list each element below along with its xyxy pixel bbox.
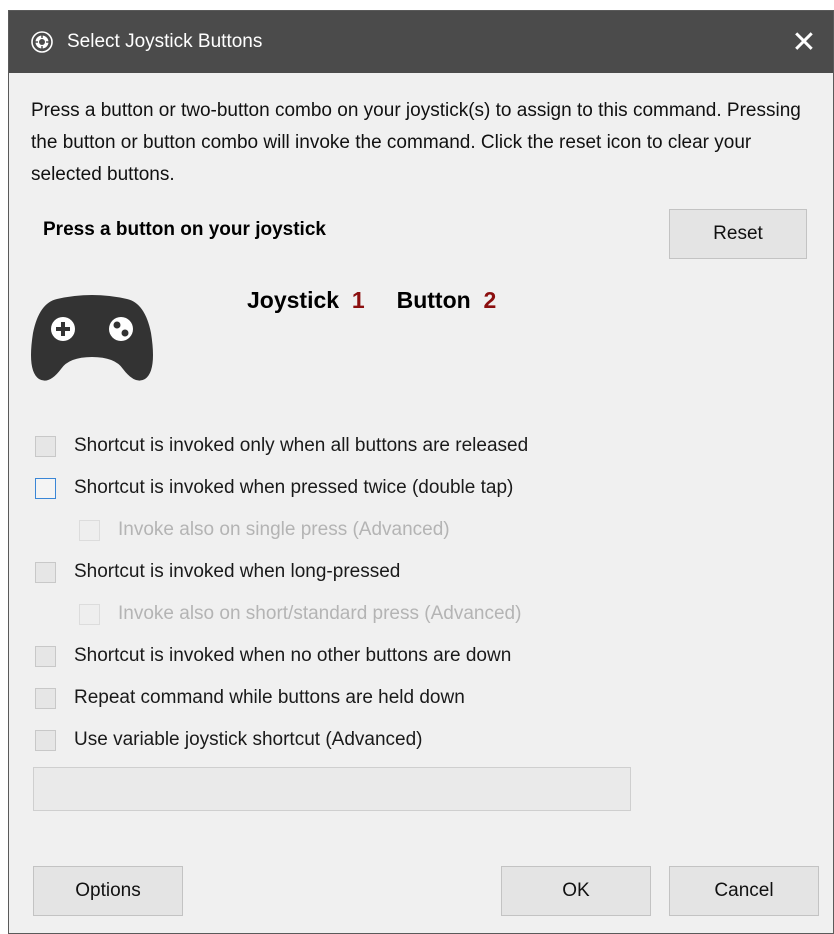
option-single-press: Invoke also on single press (Advanced) xyxy=(79,519,450,541)
option-label: Invoke also on short/standard press (Adv… xyxy=(118,603,522,624)
option-long-press[interactable]: Shortcut is invoked when long-pressed xyxy=(35,561,400,583)
cancel-button[interactable]: Cancel xyxy=(669,866,819,916)
dialog-window: Select Joystick Buttons ✕ Press a button… xyxy=(8,10,834,934)
reset-button[interactable]: Reset xyxy=(669,209,807,259)
close-icon: ✕ xyxy=(791,25,817,59)
prompt-label: Press a button on your joystick xyxy=(43,219,326,240)
checkbox-variable-shortcut[interactable] xyxy=(35,729,56,751)
option-label: Invoke also on single press (Advanced) xyxy=(118,519,450,540)
option-label: Shortcut is invoked when long-pressed xyxy=(74,561,401,582)
option-no-other-buttons[interactable]: Shortcut is invoked when no other button… xyxy=(35,645,511,667)
window-title: Select Joystick Buttons xyxy=(67,31,263,52)
option-label: Shortcut is invoked when pressed twice (… xyxy=(74,477,514,498)
option-double-tap[interactable]: Shortcut is invoked when pressed twice (… xyxy=(35,477,513,499)
checkbox-no-other-buttons[interactable] xyxy=(35,645,56,667)
checkbox-short-press xyxy=(79,603,100,625)
ok-button[interactable]: OK xyxy=(501,866,651,916)
description-text: Press a button or two-button combo on yo… xyxy=(31,100,801,185)
button-number: 2 xyxy=(483,287,497,313)
option-variable-shortcut[interactable]: Use variable joystick shortcut (Advanced… xyxy=(35,729,422,751)
app-gear-icon xyxy=(31,31,53,53)
checkbox-single-press xyxy=(79,519,100,541)
option-short-press: Invoke also on short/standard press (Adv… xyxy=(79,603,521,625)
joystick-readout: Joystick 1 Button 2 xyxy=(247,287,496,314)
checkbox-long-press[interactable] xyxy=(35,561,56,583)
option-label: Repeat command while buttons are held do… xyxy=(74,687,465,708)
option-label: Use variable joystick shortcut (Advanced… xyxy=(74,729,423,750)
gamepad-icon xyxy=(31,295,153,381)
option-repeat[interactable]: Repeat command while buttons are held do… xyxy=(35,687,465,709)
joystick-label: Joystick xyxy=(247,287,340,313)
button-label: Button xyxy=(396,287,471,313)
close-button[interactable]: ✕ xyxy=(775,11,833,73)
option-released[interactable]: Shortcut is invoked only when all button… xyxy=(35,435,528,457)
checkbox-repeat[interactable] xyxy=(35,687,56,709)
option-label: Shortcut is invoked only when all button… xyxy=(74,435,529,456)
variable-shortcut-field xyxy=(33,767,631,811)
options-button[interactable]: Options xyxy=(33,866,183,916)
option-label: Shortcut is invoked when no other button… xyxy=(74,645,512,666)
checkbox-double-tap[interactable] xyxy=(35,477,56,499)
checkbox-released[interactable] xyxy=(35,435,56,457)
joystick-number: 1 xyxy=(351,287,365,313)
title-bar[interactable]: Select Joystick Buttons ✕ xyxy=(9,11,833,73)
